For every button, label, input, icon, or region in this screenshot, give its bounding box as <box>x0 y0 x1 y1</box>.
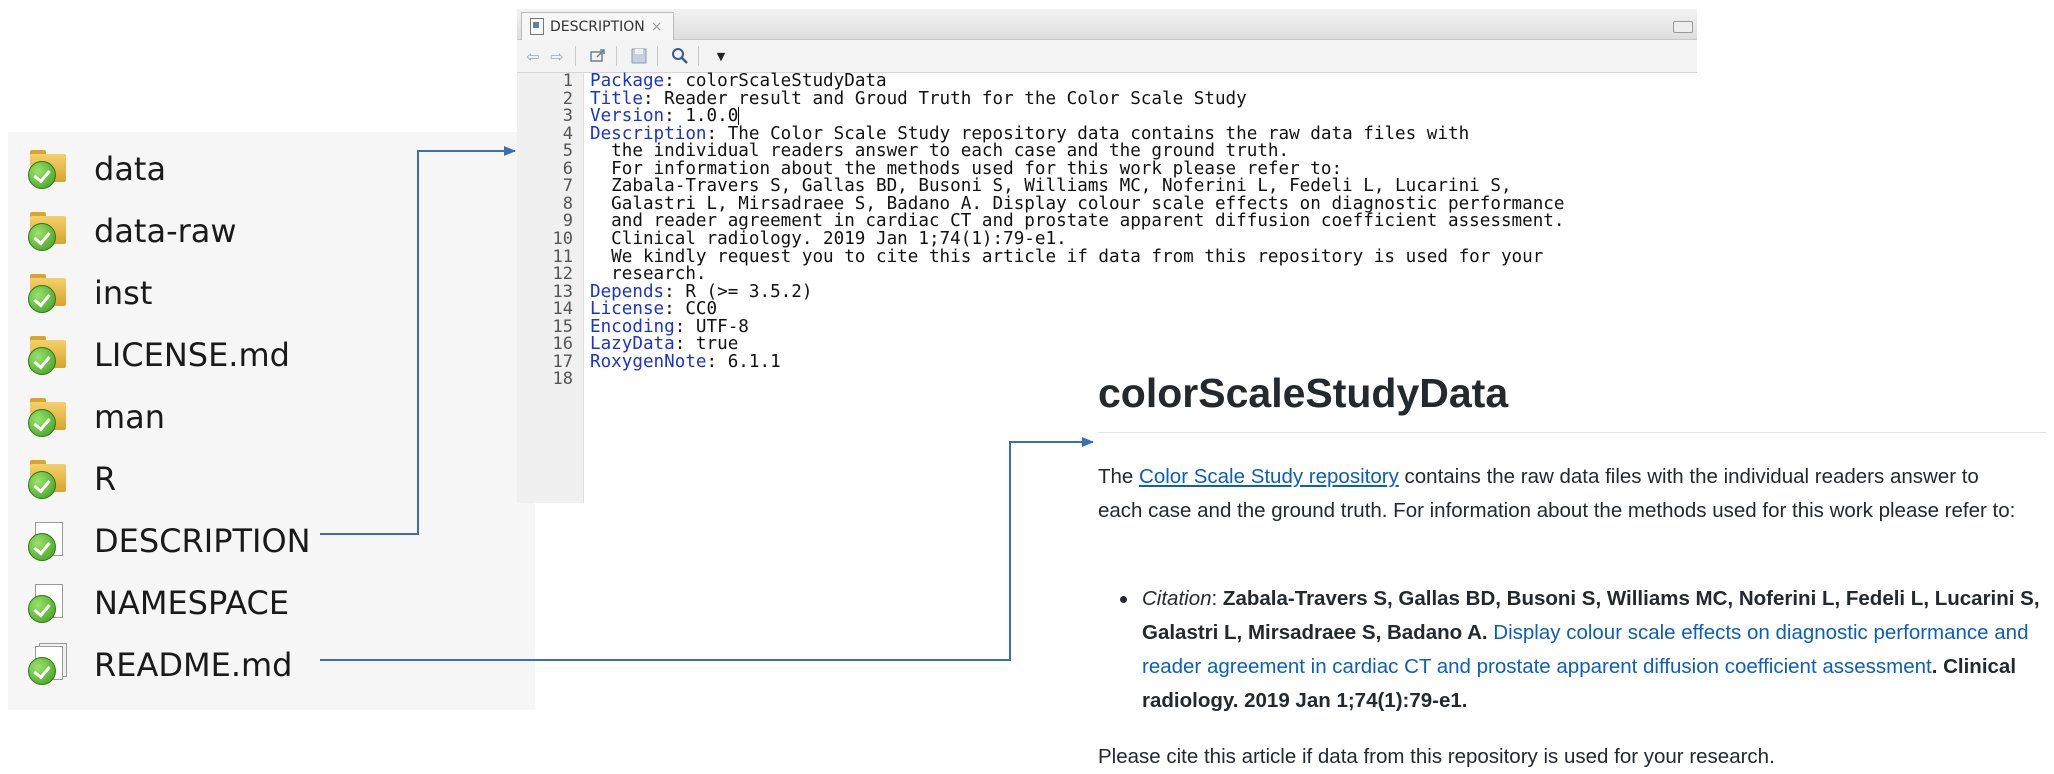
file-item-license[interactable]: LICENSE.md <box>28 330 290 380</box>
readme-preview: colorScaleStudyData The Color Scale Stud… <box>1098 360 2046 768</box>
file-item-data[interactable]: data <box>28 144 166 194</box>
file-name: data <box>94 150 167 188</box>
field-key: RoxygenNote <box>590 351 707 372</box>
citation-separator: : <box>1211 587 1223 610</box>
file-icon <box>28 581 72 625</box>
field-value: We kindly request you to cite this artic… <box>590 246 1544 267</box>
editor-toolbar: ⇦ ⇨ ▼ <box>517 40 1697 73</box>
folder-icon <box>28 457 72 501</box>
toolbar-divider <box>698 46 699 66</box>
file-name: data-raw <box>94 212 237 250</box>
title-divider <box>1098 432 2046 433</box>
folder-icon <box>28 333 72 377</box>
line-number-gutter: 1 2 3 4 5 6 7 8 9 10 11 12 13 14 15 16 17 18 <box>517 71 584 503</box>
citation-label: Citation <box>1142 587 1212 610</box>
list-item: Citation: Zabala-Travers S, Gallas BD, B… <box>1098 582 2046 718</box>
editor-tab-bar: DESCRIPTION × <box>517 9 1697 40</box>
field-value: : 6.1.1 <box>706 351 781 372</box>
file-name: LICENSE.md <box>94 336 290 374</box>
close-icon[interactable]: × <box>651 19 663 35</box>
folder-icon <box>28 147 72 191</box>
repository-link[interactable]: Color Scale Study repository <box>1139 465 1399 488</box>
find-icon[interactable] <box>668 44 692 68</box>
file-name: DESCRIPTION <box>94 522 311 560</box>
tab-description[interactable]: DESCRIPTION × <box>521 12 674 40</box>
intro-prefix: The <box>1098 465 1140 488</box>
line-number: 18 <box>552 369 573 390</box>
file-item-readme[interactable]: README.md <box>28 640 292 690</box>
file-item-namespace[interactable]: NAMESPACE <box>28 578 289 628</box>
save-icon[interactable] <box>627 44 651 68</box>
toolbar-divider <box>616 46 617 66</box>
file-icon <box>28 643 72 687</box>
readme-title: colorScaleStudyData <box>1098 370 1509 416</box>
readme-footer-text: Please cite this article if data from th… <box>1098 745 1775 768</box>
r-file-icon <box>530 18 544 35</box>
bullet-icon <box>1120 596 1127 603</box>
folder-icon <box>28 395 72 439</box>
show-in-window-icon[interactable] <box>586 44 610 68</box>
tab-label: DESCRIPTION <box>550 18 645 35</box>
dropdown-icon[interactable]: ▼ <box>709 44 733 68</box>
file-name: man <box>94 398 166 436</box>
folder-icon <box>28 209 72 253</box>
file-list-panel: data data-raw inst LICENSE.md man R DESC… <box>8 132 535 710</box>
file-name: R <box>94 460 117 498</box>
code-line: RoxygenNote: 6.1.1 <box>590 352 781 372</box>
readme-intro-paragraph: The Color Scale Study repository contain… <box>1098 460 2028 528</box>
minimize-button[interactable] <box>1673 21 1693 33</box>
file-name: README.md <box>94 646 293 684</box>
file-item-inst[interactable]: inst <box>28 268 152 318</box>
code-line: We kindly request you to cite this artic… <box>590 247 1543 267</box>
file-item-data-raw[interactable]: data-raw <box>28 206 237 256</box>
back-arrow-icon[interactable]: ⇦ <box>521 44 545 68</box>
file-item-man[interactable]: man <box>28 392 165 442</box>
file-name: inst <box>94 274 153 312</box>
toolbar-divider <box>657 46 658 66</box>
text-cursor <box>738 107 740 126</box>
file-item-description[interactable]: DESCRIPTION <box>28 516 311 566</box>
toolbar-divider <box>575 46 576 66</box>
forward-arrow-icon[interactable]: ⇨ <box>545 44 569 68</box>
file-name: NAMESPACE <box>94 584 290 622</box>
file-item-r[interactable]: R <box>28 454 116 504</box>
folder-icon <box>28 271 72 315</box>
file-icon <box>28 519 72 563</box>
citation-list: Citation: Zabala-Travers S, Gallas BD, B… <box>1098 582 2046 718</box>
